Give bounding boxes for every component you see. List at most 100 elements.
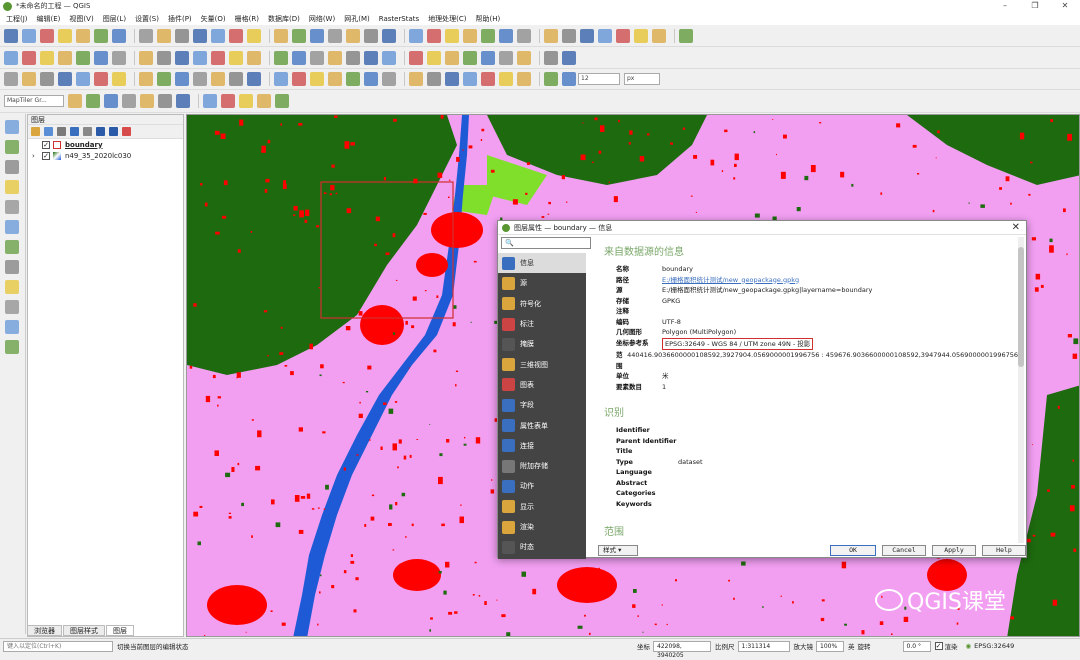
attribute-tool-icon[interactable] <box>239 94 253 108</box>
menu-processing[interactable]: 地理处理(C) <box>428 14 466 24</box>
project-tool-icon[interactable] <box>292 29 306 43</box>
maximize-button[interactable]: ❐ <box>1020 0 1050 12</box>
digitize-tool-icon[interactable] <box>544 72 558 86</box>
datasource-tool-icon[interactable] <box>328 51 342 65</box>
add-layer-icon[interactable] <box>5 200 19 214</box>
add-layer-icon[interactable] <box>5 320 19 334</box>
digitize-tool-icon[interactable] <box>517 72 531 86</box>
datasource-tool-icon[interactable] <box>211 51 225 65</box>
project-tool-icon[interactable] <box>157 29 171 43</box>
project-tool-icon[interactable] <box>40 29 54 43</box>
rotation-input[interactable]: 0.0 ° <box>903 641 931 652</box>
datasource-tool-icon[interactable] <box>229 51 243 65</box>
menu-vector[interactable]: 矢量(O) <box>201 14 226 24</box>
project-tool-icon[interactable] <box>346 29 360 43</box>
add-layer-icon[interactable] <box>5 300 19 314</box>
layer-row-boundary[interactable]: ✓ boundary <box>28 139 183 150</box>
digitize-tool-icon[interactable] <box>112 72 126 86</box>
project-tool-icon[interactable] <box>211 29 225 43</box>
nav-item-masks[interactable]: 掩膜 <box>498 334 586 354</box>
menu-raster[interactable]: 栅格(R) <box>235 14 259 24</box>
project-tool-icon[interactable] <box>328 29 342 43</box>
project-tool-icon[interactable] <box>76 29 90 43</box>
digitize-tool-icon[interactable] <box>247 72 261 86</box>
expand-arrow-icon[interactable]: › <box>32 152 42 160</box>
minimize-button[interactable]: – <box>990 0 1020 12</box>
digitize-tool-icon[interactable] <box>409 72 423 86</box>
datasource-tool-icon[interactable] <box>94 51 108 65</box>
collapse-all-icon[interactable] <box>109 127 118 136</box>
nav-item-diagrams[interactable]: 图表 <box>498 375 586 395</box>
menu-plugins[interactable]: 插件(P) <box>168 14 192 24</box>
datasource-tool-icon[interactable] <box>517 51 531 65</box>
attribute-tool-icon[interactable] <box>176 94 190 108</box>
layer-checkbox[interactable]: ✓ <box>42 152 50 160</box>
digitize-tool-icon[interactable] <box>463 72 477 86</box>
project-tool-icon[interactable] <box>364 29 378 43</box>
project-tool-icon[interactable] <box>22 29 36 43</box>
digitize-tool-icon[interactable] <box>193 72 207 86</box>
datasource-tool-icon[interactable] <box>175 51 189 65</box>
menu-edit[interactable]: 编辑(E) <box>37 14 61 24</box>
dialog-close-icon[interactable]: ✕ <box>1012 222 1020 233</box>
project-tool-icon[interactable] <box>445 29 459 43</box>
nav-item-fields[interactable]: 字段 <box>498 395 586 415</box>
filter-icon[interactable] <box>70 127 79 136</box>
project-tool-icon[interactable] <box>598 29 612 43</box>
project-tool-icon[interactable] <box>463 29 477 43</box>
project-tool-icon[interactable] <box>58 29 72 43</box>
project-tool-icon[interactable] <box>247 29 261 43</box>
menu-database[interactable]: 数据库(D) <box>268 14 300 24</box>
menu-web[interactable]: 网络(W) <box>309 14 335 24</box>
content-scrollbar[interactable] <box>1018 237 1024 543</box>
project-tool-icon[interactable] <box>652 29 666 43</box>
nav-item-display[interactable]: 显示 <box>498 497 586 517</box>
project-tool-icon[interactable] <box>517 29 531 43</box>
tab-browser[interactable]: 浏览器 <box>27 625 62 636</box>
datasource-tool-icon[interactable] <box>139 51 153 65</box>
add-layer-icon[interactable] <box>5 140 19 154</box>
digitize-tool-icon[interactable] <box>481 72 495 86</box>
datasource-tool-icon[interactable] <box>310 51 324 65</box>
datasource-tool-icon[interactable] <box>562 51 576 65</box>
eye-icon[interactable] <box>57 127 66 136</box>
datasource-tool-icon[interactable] <box>292 51 306 65</box>
datasource-tool-icon[interactable] <box>4 51 18 65</box>
nav-item-attributes-form[interactable]: 属性表单 <box>498 415 586 435</box>
datasource-tool-icon[interactable] <box>481 51 495 65</box>
attribute-tool-icon[interactable] <box>257 94 271 108</box>
project-tool-icon[interactable] <box>409 29 423 43</box>
add-group-icon[interactable] <box>44 127 53 136</box>
project-tool-icon[interactable] <box>4 29 18 43</box>
layer-checkbox[interactable]: ✓ <box>42 141 50 149</box>
layer-row-raster[interactable]: › ✓ n49_35_2020lc030 <box>28 150 183 161</box>
datasource-tool-icon[interactable] <box>409 51 423 65</box>
digitize-tool-icon[interactable] <box>328 72 342 86</box>
datasource-tool-icon[interactable] <box>382 51 396 65</box>
datasource-tool-icon[interactable] <box>76 51 90 65</box>
attribute-tool-icon[interactable] <box>86 94 100 108</box>
attribute-tool-icon[interactable] <box>68 94 82 108</box>
project-tool-icon[interactable] <box>634 29 648 43</box>
attribute-tool-icon[interactable] <box>221 94 235 108</box>
attribute-tool-icon[interactable] <box>104 94 118 108</box>
crs-label[interactable]: EPSG:32649 <box>974 642 1014 650</box>
ok-button[interactable]: OK <box>830 545 876 556</box>
add-layer-icon[interactable] <box>5 340 19 354</box>
digitize-tool-icon[interactable] <box>427 72 441 86</box>
magnifier-input[interactable]: 100% <box>816 641 844 652</box>
tab-layer-styling[interactable]: 图层样式 <box>63 625 105 636</box>
digitize-tool-icon[interactable] <box>382 72 396 86</box>
datasource-tool-icon[interactable] <box>499 51 513 65</box>
add-layer-icon[interactable] <box>5 260 19 274</box>
label-size-input[interactable]: 12 <box>578 73 620 85</box>
digitize-tool-icon[interactable] <box>94 72 108 86</box>
dialog-search-input[interactable]: 🔍 <box>501 237 591 249</box>
menu-mesh[interactable]: 网孔(M) <box>344 14 370 24</box>
filter-legend-icon[interactable] <box>83 127 92 136</box>
datasource-tool-icon[interactable] <box>463 51 477 65</box>
project-tool-icon[interactable] <box>499 29 513 43</box>
nav-item-labels[interactable]: 标注 <box>498 314 586 334</box>
menu-project[interactable]: 工程(J) <box>6 14 28 24</box>
project-tool-icon[interactable] <box>679 29 693 43</box>
